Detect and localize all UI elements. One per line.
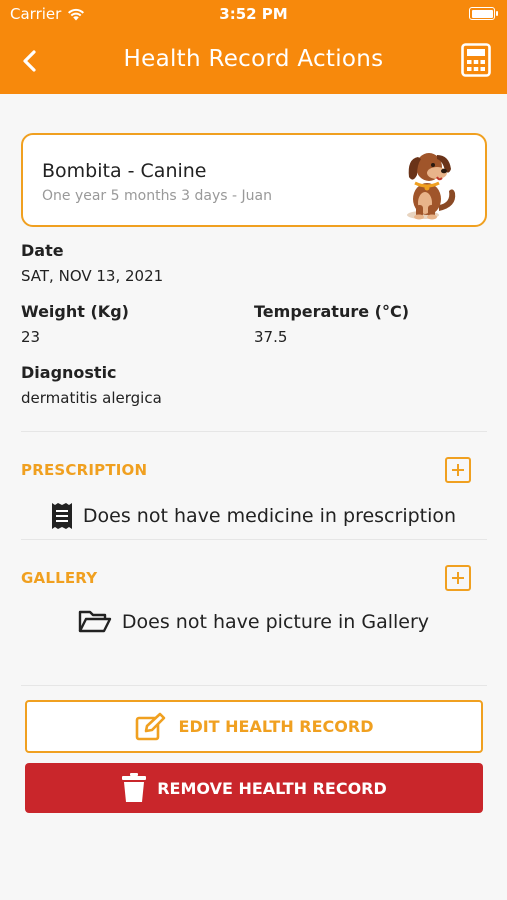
edit-button-label: EDIT HEALTH RECORD: [178, 717, 374, 736]
receipt-icon: [51, 503, 72, 529]
weight-label: Weight (Kg): [21, 302, 129, 321]
pet-details: One year 5 months 3 days - Juan: [42, 188, 272, 204]
diagnostic-value: dermatitis alergica: [21, 389, 162, 407]
edit-health-record-button[interactable]: EDIT HEALTH RECORD: [25, 700, 483, 753]
prescription-empty-text: Does not have medicine in prescription: [82, 505, 457, 527]
open-folder-icon: [78, 610, 112, 633]
gallery-title: GALLERY: [21, 569, 98, 587]
prescription-title: PRESCRIPTION: [21, 461, 148, 479]
remove-health-record-button[interactable]: REMOVE HEALTH RECORD: [25, 763, 483, 813]
divider: [21, 539, 487, 540]
date-label: Date: [21, 241, 64, 260]
date-value: SAT, NOV 13, 2021: [21, 267, 164, 285]
weight-value: 23: [21, 328, 41, 346]
add-prescription-button[interactable]: [445, 457, 471, 483]
page-title: Health Record Actions: [123, 46, 384, 72]
pet-card: Bombita - Canine One year 5 months 3 day…: [21, 133, 487, 227]
temperature-label: Temperature (°C): [254, 302, 410, 321]
temperature-value: 37.5: [254, 328, 288, 346]
diagnostic-label: Diagnostic: [21, 363, 117, 382]
status-bar: Carrier 3:52 PM: [0, 0, 507, 28]
battery-icon: [469, 7, 498, 20]
prescription-empty-message: Does not have medicine in prescription: [0, 502, 507, 530]
pet-name: Bombita - Canine: [42, 160, 207, 182]
navigation-bar: Health Record Actions: [0, 28, 507, 94]
gallery-empty-text: Does not have picture in Gallery: [121, 611, 430, 633]
status-time: 3:52 PM: [219, 5, 288, 23]
divider: [21, 685, 487, 686]
gallery-empty-message: Does not have picture in Gallery: [0, 609, 507, 635]
trash-icon: [122, 773, 147, 802]
calculator-icon[interactable]: [461, 43, 491, 77]
remove-button-label: REMOVE HEALTH RECORD: [157, 778, 387, 798]
edit-icon: [135, 712, 165, 740]
divider: [21, 431, 487, 432]
add-picture-button[interactable]: [445, 565, 471, 591]
dog-avatar-icon: [407, 153, 456, 220]
